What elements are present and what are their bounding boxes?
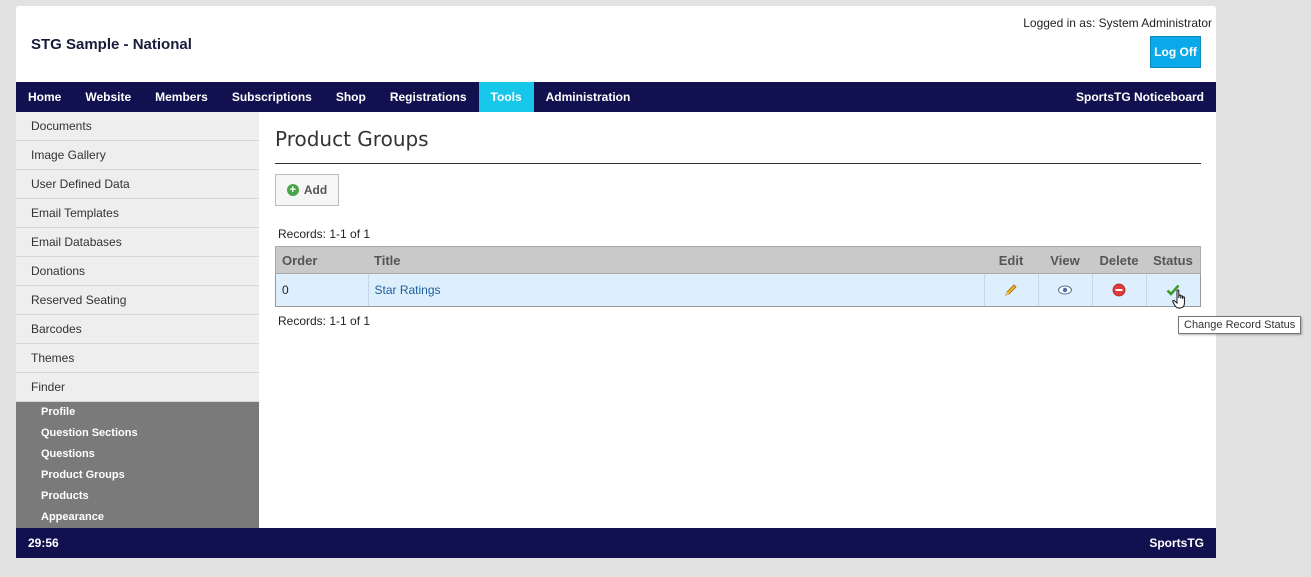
table-header-row: Order Title Edit View Delete Status <box>275 246 1201 274</box>
page-title: Product Groups <box>275 127 429 151</box>
subnav-item-appearance[interactable]: Appearance <box>16 507 259 528</box>
page-container: STG Sample - National Logged in as: Syst… <box>16 6 1216 558</box>
sidebar-item-barcodes[interactable]: Barcodes <box>16 315 259 344</box>
status-tooltip: Change Record Status <box>1178 316 1302 334</box>
records-count-bottom: Records: 1-1 of 1 <box>278 314 371 328</box>
cell-delete <box>1091 273 1146 307</box>
finder-subnav: Profile Question Sections Questions Prod… <box>16 402 259 528</box>
sidebar-item-email-templates[interactable]: Email Templates <box>16 199 259 228</box>
cell-order: 0 <box>275 273 368 307</box>
subnav-item-products[interactable]: Products <box>16 486 259 507</box>
nav-tools[interactable]: Tools <box>478 82 534 112</box>
subnav-item-product-groups[interactable]: Product Groups <box>16 465 259 486</box>
add-button-label: Add <box>303 183 328 197</box>
sidebar-item-documents[interactable]: Documents <box>16 112 259 141</box>
nav-shop[interactable]: Shop <box>324 82 378 112</box>
nav-home[interactable]: Home <box>16 82 73 112</box>
nav-subscriptions[interactable]: Subscriptions <box>220 82 324 112</box>
main-nav: Home Website Members Subscriptions Shop … <box>16 82 1216 112</box>
footer-brand: SportsTG <box>1149 536 1204 550</box>
product-groups-table: Order Title Edit View Delete Status 0 St… <box>275 246 1201 307</box>
col-edit: Edit <box>984 246 1038 274</box>
col-order[interactable]: Order <box>275 246 368 274</box>
table-row: 0 Star Ratings <box>275 273 1201 307</box>
view-eye-icon[interactable] <box>1045 282 1086 298</box>
subnav-item-question-sections[interactable]: Question Sections <box>16 423 259 444</box>
col-delete: Delete <box>1092 246 1146 274</box>
nav-registrations[interactable]: Registrations <box>378 82 479 112</box>
subnav-item-questions[interactable]: Questions <box>16 444 259 465</box>
sidebar-item-reserved-seating[interactable]: Reserved Seating <box>16 286 259 315</box>
sidebar-item-image-gallery[interactable]: Image Gallery <box>16 141 259 170</box>
log-off-button[interactable]: Log Off <box>1150 36 1201 68</box>
sidebar-item-email-databases[interactable]: Email Databases <box>16 228 259 257</box>
col-status: Status <box>1146 246 1201 274</box>
sidebar-item-donations[interactable]: Donations <box>16 257 259 286</box>
delete-minus-icon[interactable] <box>1099 282 1140 298</box>
add-plus-icon: + <box>286 184 299 196</box>
cell-title: Star Ratings <box>367 273 984 307</box>
header: STG Sample - National Logged in as: Syst… <box>16 6 1216 82</box>
cell-view <box>1037 273 1092 307</box>
nav-website[interactable]: Website <box>73 82 143 112</box>
cell-edit <box>983 273 1038 307</box>
row-title-link[interactable]: Star Ratings <box>375 283 441 297</box>
footer-timer: 29:56 <box>28 536 59 550</box>
records-count-top: Records: 1-1 of 1 <box>278 227 371 241</box>
sidebar-item-themes[interactable]: Themes <box>16 344 259 373</box>
edit-pencil-icon[interactable] <box>991 282 1032 298</box>
sidebar-item-finder[interactable]: Finder <box>16 373 259 402</box>
col-title[interactable]: Title <box>368 246 984 274</box>
nav-members[interactable]: Members <box>143 82 220 112</box>
col-view: View <box>1038 246 1092 274</box>
nav-administration[interactable]: Administration <box>534 82 643 112</box>
nav-noticeboard[interactable]: SportsTG Noticeboard <box>1076 82 1204 112</box>
login-info: Logged in as: System Administrator <box>1023 16 1212 30</box>
site-title: STG Sample - National <box>31 36 192 53</box>
sidebar: Documents Image Gallery User Defined Dat… <box>16 112 259 528</box>
sidebar-item-user-defined-data[interactable]: User Defined Data <box>16 170 259 199</box>
heading-divider <box>275 163 1201 164</box>
add-button[interactable]: + Add <box>275 174 339 206</box>
footer: 29:56 SportsTG <box>16 528 1216 558</box>
subnav-item-profile[interactable]: Profile <box>16 402 259 423</box>
hand-pointer-icon <box>1172 289 1188 311</box>
